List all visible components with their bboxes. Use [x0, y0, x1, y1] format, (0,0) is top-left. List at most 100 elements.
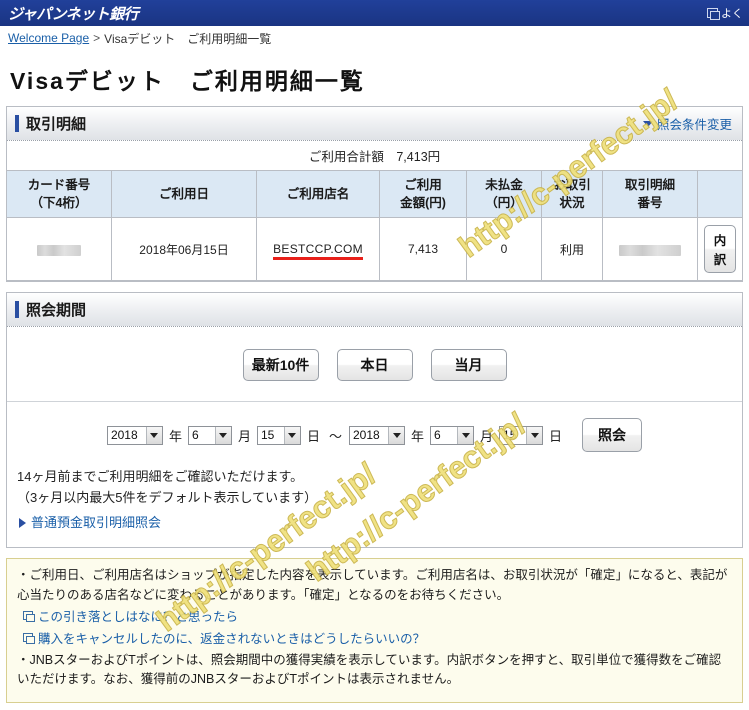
col-card-no-line2: （下4桁） — [30, 196, 88, 211]
cell-use-date: 2018年06月15日 — [111, 217, 257, 282]
chevron-down-icon — [283, 426, 300, 444]
app-header: ジャパンネット銀行 よく — [0, 0, 749, 26]
transaction-panel-title-wrap: 取引明細 — [15, 113, 86, 134]
period-note-line1: 14ヶ月前までご利用明細をご確認いただけます。 — [17, 469, 304, 485]
cell-unpaid: 0 — [466, 217, 542, 282]
to-year-value: 2018 — [353, 428, 380, 443]
chevron-down-icon — [388, 426, 404, 444]
masked-card-number — [37, 244, 81, 256]
change-conditions-button[interactable]: 照会条件変更 — [642, 114, 732, 133]
this-month-button[interactable]: 当月 — [430, 349, 507, 382]
col-txn-no-line2: 番号 — [637, 196, 663, 211]
col-use-date: ご利用日 — [111, 171, 257, 219]
title-accent-bar — [15, 115, 19, 132]
col-status: お取引 状況 — [541, 171, 603, 219]
chevron-down-icon — [457, 426, 474, 444]
chevron-down-icon — [214, 426, 231, 444]
latest-10-button[interactable]: 最新10件 — [242, 349, 319, 382]
external-window-icon — [23, 632, 35, 644]
to-day-value: 15 — [503, 428, 517, 443]
col-txn-no-line1: 取引明細 — [624, 178, 675, 192]
query-button-wrap: 照会 — [582, 418, 643, 453]
transaction-panel-title: 取引明細 — [26, 116, 87, 133]
to-day-select[interactable]: 15 — [499, 425, 544, 445]
col-unpaid: 未払金 （円） — [466, 171, 542, 219]
col-unpaid-line2: （円） — [485, 196, 523, 211]
transaction-panel-body: ご利用合計額 7,413円 カード番号 （下4桁） ご利用日 ご利用店名 ご利用… — [7, 141, 742, 282]
notice-link-2[interactable]: 購入をキャンセルしたのに、返金されないときはどうしたらいいの？ — [23, 630, 732, 649]
from-day-select[interactable]: 15 — [256, 425, 301, 445]
period-panel-body: 最新10件 本日 当月 2018 年 6 月 15 日 〜 2018 年 6 月… — [7, 327, 742, 547]
date-range-selectors: 2018 年 6 月 15 日 〜 2018 年 6 月 15 日 照会 — [7, 402, 742, 462]
notice-bullet-2: ・JNBスターおよびTポイントは、照会期間中の獲得実績を表示しています。内訳ボタ… — [17, 652, 722, 687]
cell-txn-no — [602, 217, 698, 282]
period-note-line2: （3ヶ月以内最大5件をデフォルト表示しています） — [17, 490, 318, 506]
from-year-unit: 年 — [168, 428, 182, 444]
notice-bullet-1: ・ご利用日、ご利用店名はショップが指定した内容を表示しています。ご利用店名は、お… — [17, 568, 728, 602]
quick-period-buttons: 最新10件 本日 当月 — [7, 327, 742, 403]
col-shop-name: ご利用店名 — [256, 171, 380, 219]
col-unpaid-line1: 未払金 — [485, 178, 523, 192]
to-month-value: 6 — [434, 428, 441, 443]
transaction-table-body: 2018年06月15日 BESTCCP.COM 7,413 0 利用 内訳 — [7, 217, 742, 282]
breadcrumb-home-link[interactable]: Welcome Page — [8, 31, 89, 45]
col-status-line2: 状況 — [559, 196, 585, 211]
to-month-select[interactable]: 6 — [430, 425, 475, 445]
col-txn-no: 取引明細 番号 — [602, 171, 698, 219]
shop-name-value: BESTCCP.COM — [273, 242, 363, 261]
col-status-line1: お取引 — [553, 178, 591, 192]
chevron-down-icon — [526, 426, 543, 444]
cell-card-no — [7, 217, 112, 282]
cell-actions: 内訳 — [697, 217, 742, 282]
breadcrumb-separator: > — [93, 31, 101, 45]
col-amount-line1: ご利用 — [404, 178, 442, 192]
chevron-down-icon — [145, 426, 162, 444]
period-panel-title-wrap: 照会期間 — [15, 299, 86, 320]
notice-link-1-label: この引き落としはなに？と思ったら — [38, 610, 239, 625]
total-amount-row: ご利用合計額 7,413円 — [7, 141, 742, 171]
external-window-icon — [707, 8, 720, 20]
col-amount: ご利用 金額(円) — [379, 171, 467, 219]
query-button[interactable]: 照会 — [582, 418, 643, 453]
breadcrumb-current: Visaデビット ご利用明細一覧 — [104, 31, 272, 46]
cell-shop-name: BESTCCP.COM — [256, 217, 380, 282]
detail-breakdown-button[interactable]: 内訳 — [704, 225, 736, 274]
from-month-unit: 月 — [237, 428, 251, 444]
change-conditions-label: 照会条件変更 — [656, 118, 732, 132]
to-year-select[interactable]: 2018 — [349, 425, 405, 445]
masked-transaction-number — [619, 244, 681, 256]
from-day-unit: 日 — [306, 428, 320, 444]
cell-amount: 7,413 — [379, 217, 467, 282]
inquiry-period-panel: 照会期間 最新10件 本日 当月 2018 年 6 月 15 日 〜 2018 … — [6, 292, 743, 549]
page-title: Visaデビット ご利用明細一覧 — [10, 68, 365, 94]
transaction-detail-panel: 取引明細 照会条件変更 ご利用合計額 7,413円 カード番号 （下4桁） ご利… — [6, 106, 743, 283]
today-button[interactable]: 本日 — [336, 349, 413, 382]
range-separator: 〜 — [328, 428, 342, 444]
to-day-unit: 日 — [549, 428, 563, 444]
header-help-link[interactable]: よく — [707, 5, 743, 21]
notice-box: ・ご利用日、ご利用店名はショップが指定した内容を表示しています。ご利用店名は、お… — [6, 558, 743, 703]
notice-link-1[interactable]: この引き落としはなに？と思ったら — [23, 608, 732, 627]
period-notes: 14ヶ月前までご利用明細をご確認いただけます。 （3ヶ月以内最大5件をデフォルト… — [7, 462, 742, 547]
chevron-down-icon — [642, 120, 653, 127]
from-year-value: 2018 — [110, 428, 138, 443]
to-month-unit: 月 — [480, 428, 494, 444]
col-card-no: カード番号 （下4桁） — [7, 171, 112, 219]
col-card-no-line1: カード番号 — [27, 178, 91, 192]
table-row: 2018年06月15日 BESTCCP.COM 7,413 0 利用 内訳 — [7, 217, 742, 282]
savings-account-inquiry-link[interactable]: 普通預金取引明細照会 — [17, 508, 742, 539]
title-accent-bar — [15, 301, 19, 319]
chevron-right-icon — [19, 517, 26, 528]
col-actions — [697, 171, 742, 219]
bank-logo: ジャパンネット銀行 — [8, 5, 139, 23]
cell-status: 利用 — [541, 217, 603, 282]
from-month-value: 6 — [191, 428, 199, 443]
external-window-icon — [23, 611, 35, 623]
from-month-select[interactable]: 6 — [187, 425, 232, 445]
breadcrumb: Welcome Page > Visaデビット ご利用明細一覧 — [0, 26, 749, 50]
transaction-panel-header: 取引明細 照会条件変更 — [7, 107, 742, 141]
period-panel-title: 照会期間 — [26, 302, 87, 320]
from-year-select[interactable]: 2018 — [106, 425, 163, 445]
col-amount-line2: 金額(円) — [400, 196, 446, 211]
table-header-row: カード番号 （下4桁） ご利用日 ご利用店名 ご利用 金額(円) 未払金 （円）… — [7, 171, 742, 219]
